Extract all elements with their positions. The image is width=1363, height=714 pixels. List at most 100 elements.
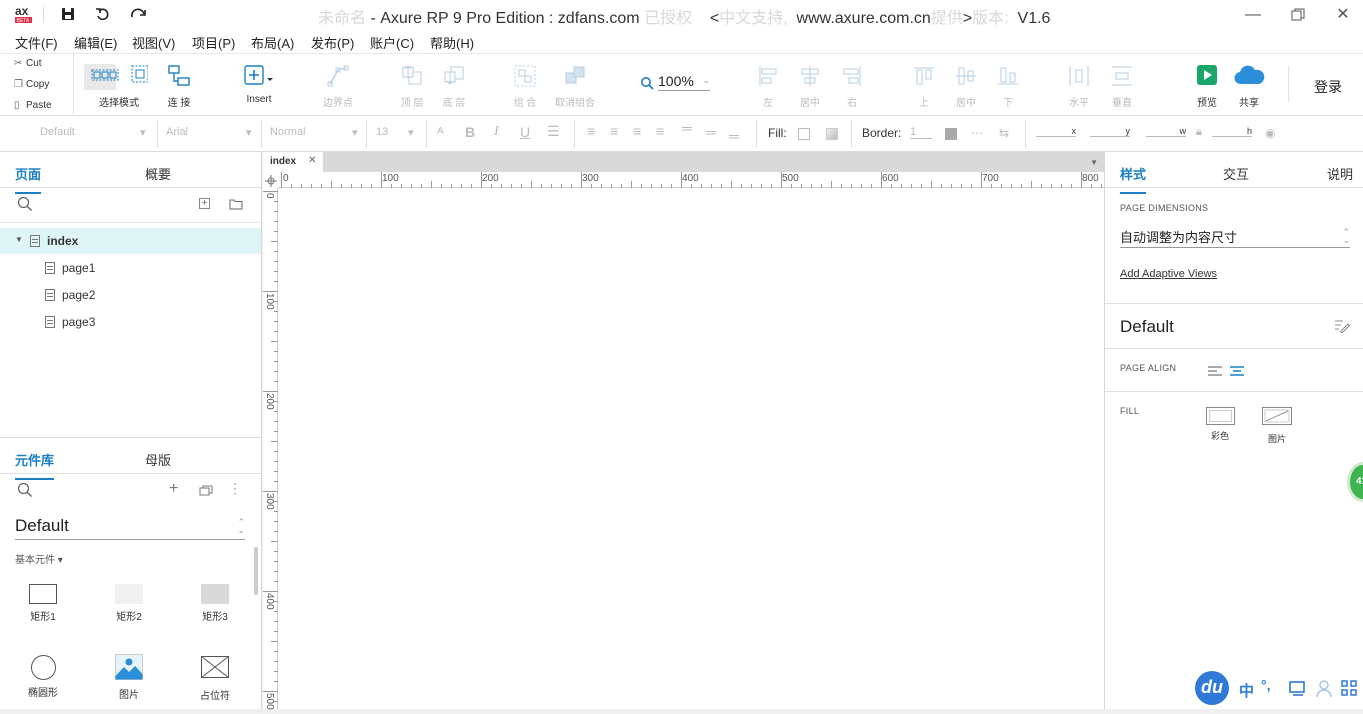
valign-bottom-icon[interactable]: ═ (729, 128, 739, 144)
tab-style[interactable]: 样式 (1120, 164, 1147, 194)
ruler-origin-icon[interactable] (265, 174, 277, 187)
menu-publish[interactable]: 发布(P) (311, 33, 354, 52)
add-folder-icon[interactable] (229, 197, 243, 215)
align-bottom-button[interactable]: 下 (994, 54, 1022, 116)
menu-account[interactable]: 账户(C) (370, 33, 414, 52)
tab-pages[interactable]: 页面 (15, 164, 42, 194)
share-button[interactable]: 共享 (1232, 54, 1266, 116)
preview-button[interactable]: 预览 (1192, 54, 1222, 116)
align-middle-button[interactable]: 居中 (952, 54, 980, 116)
tree-item-page1[interactable]: page1 (0, 255, 261, 281)
distribute-horizontal-button[interactable]: 水平 (1064, 54, 1094, 116)
border-color-swatch[interactable] (945, 128, 957, 140)
tab-masters[interactable]: 母版 (145, 450, 171, 469)
align-top-button[interactable]: 上 (910, 54, 938, 116)
widget-ellipse[interactable]: 椭圆形 (13, 655, 73, 699)
shadow-swatch[interactable] (826, 128, 838, 140)
redo-icon[interactable] (130, 6, 148, 24)
border-visibility-icon[interactable]: ⇆ (999, 126, 1009, 140)
maximize-button[interactable] (1286, 5, 1310, 25)
widget-rect3[interactable]: 矩形3 (185, 584, 245, 623)
library-window-icon[interactable] (199, 484, 213, 502)
menu-arrange[interactable]: 布局(A) (251, 33, 294, 52)
bold-icon[interactable]: B (465, 124, 475, 140)
border-points-button[interactable]: 边界点 (318, 54, 358, 116)
add-adaptive-views-link[interactable]: Add Adaptive Views (1120, 268, 1217, 280)
valign-top-icon[interactable]: ═ (682, 120, 692, 136)
font-family-select[interactable]: Arial ▾ (166, 126, 256, 139)
align-center-button[interactable]: 居中 (796, 54, 824, 116)
undo-icon[interactable] (95, 6, 113, 24)
x-input[interactable]: x (1036, 126, 1076, 137)
bring-to-front-button[interactable]: 顶 层 (395, 54, 429, 116)
add-library-icon[interactable]: + (169, 480, 178, 498)
ime-keyboard-icon[interactable] (1289, 681, 1307, 702)
valign-middle-icon[interactable]: ═ (706, 124, 716, 140)
library-select[interactable]: Default ⌃ ⌄ (15, 516, 245, 540)
distribute-vertical-button[interactable]: 垂直 (1107, 54, 1137, 116)
fill-color-swatch[interactable] (798, 128, 810, 140)
font-color-icon[interactable]: A (437, 126, 444, 137)
style-select[interactable]: Default ▾ (40, 126, 150, 139)
tab-outline[interactable]: 概要 (145, 164, 171, 183)
border-width-input[interactable]: 1 (910, 126, 932, 139)
group-button[interactable]: 组 合 (508, 54, 542, 116)
text-align-left-icon[interactable]: ≡ (587, 123, 595, 139)
ime-user-icon[interactable] (1316, 680, 1332, 703)
italic-icon[interactable]: I (494, 124, 499, 140)
height-input[interactable]: h (1212, 126, 1252, 137)
tab-interaction[interactable]: 交互 (1223, 164, 1249, 183)
width-input[interactable]: w (1146, 126, 1186, 137)
fill-color-option[interactable]: 彩色 (1205, 407, 1235, 442)
menu-view[interactable]: 视图(V) (132, 33, 175, 52)
tabs-dropdown-icon[interactable]: ▼ (1090, 158, 1098, 167)
cut-button[interactable]: ✂ Cut (14, 58, 42, 69)
ime-grid-icon[interactable] (1341, 680, 1357, 701)
menu-project[interactable]: 项目(P) (192, 33, 235, 52)
eye-icon[interactable]: ◉ (1265, 126, 1275, 140)
font-weight-select[interactable]: Normal ▾ (270, 126, 360, 139)
doc-tab-index[interactable]: index ✕ (263, 152, 323, 172)
text-align-right-icon[interactable]: ≡ (633, 123, 641, 139)
pages-search-icon[interactable] (17, 196, 33, 217)
y-input[interactable]: y (1090, 126, 1130, 137)
minimize-button[interactable]: — (1241, 5, 1265, 25)
send-to-back-button[interactable]: 底 层 (437, 54, 471, 116)
ime-mode-toggle[interactable]: 中 (1239, 680, 1254, 701)
ungroup-button[interactable]: 取消组合 (552, 54, 598, 116)
widget-placeholder[interactable]: 占位符 (185, 656, 245, 702)
lock-icon[interactable]: 🔒︎ (1196, 126, 1202, 139)
border-style-icon[interactable]: ⋯ (971, 126, 983, 140)
baidu-ime-logo[interactable]: du (1195, 671, 1229, 705)
library-scrollbar[interactable] (254, 547, 258, 595)
widget-rect2[interactable]: 矩形2 (99, 584, 159, 623)
save-icon[interactable] (60, 6, 78, 24)
menu-edit[interactable]: 编辑(E) (74, 33, 117, 52)
tree-item-page2[interactable]: page2 (0, 282, 261, 308)
edit-style-icon[interactable] (1334, 319, 1351, 338)
tree-item-index[interactable]: ▼ index (0, 228, 261, 254)
text-justify-icon[interactable]: ≡ (656, 123, 664, 139)
category-header[interactable]: 基本元件 ▾ (15, 551, 63, 566)
align-left-button[interactable]: 左 (754, 54, 782, 116)
fill-image-option[interactable]: 图片 (1262, 407, 1292, 445)
page-dimensions-select[interactable]: 自动调整为内容尺寸 ⌃ ⌄ (1120, 227, 1350, 248)
ime-punct-toggle[interactable]: °, (1261, 677, 1271, 693)
connect-button[interactable]: 连 接 (158, 54, 200, 116)
tab-library[interactable]: 元件库 (15, 450, 55, 480)
page-align-center-icon[interactable] (1229, 364, 1245, 382)
library-search-icon[interactable] (17, 482, 33, 503)
design-canvas[interactable] (279, 189, 1104, 709)
add-page-icon[interactable]: + (199, 198, 210, 209)
widget-image[interactable]: 图片 (99, 654, 159, 701)
text-align-center-icon[interactable]: ≡ (610, 123, 618, 139)
page-align-left-icon[interactable] (1207, 364, 1223, 382)
tree-item-page3[interactable]: page3 (0, 309, 261, 335)
insert-button[interactable]: Insert (236, 54, 282, 116)
copy-button[interactable]: ❐ Copy (14, 79, 49, 90)
align-right-button[interactable]: 右 (838, 54, 866, 116)
login-button[interactable]: 登录 (1314, 77, 1342, 97)
more-options-icon[interactable]: · · · (233, 477, 237, 499)
menu-file[interactable]: 文件(F) (15, 33, 58, 52)
widget-rect1[interactable]: 矩形1 (13, 584, 73, 623)
